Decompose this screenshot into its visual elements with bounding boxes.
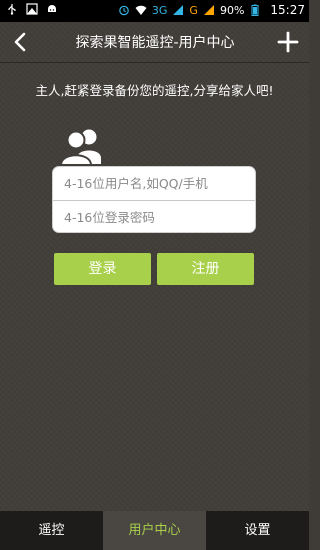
battery-percent: 90% — [219, 3, 245, 17]
carrier-letter: G — [189, 3, 198, 17]
signal-icon-2 — [203, 5, 214, 15]
status-bar: 3G G 90% 15:27 — [0, 0, 309, 22]
title-bar: 探索果智能遥控-用户中心 — [0, 22, 309, 62]
usb-icon — [8, 4, 16, 15]
network-type: 3G — [151, 3, 168, 17]
page-title: 探索果智能遥控-用户中心 — [75, 35, 235, 51]
login-prompt: 主人,赶紧登录备份您的遥控,分享给家人吧! — [35, 83, 274, 98]
bottom-tab-bar: 遥控 用户中心 设置 — [0, 511, 309, 550]
battery-icon — [251, 4, 259, 16]
login-form — [52, 166, 256, 233]
clock: 15:27 — [270, 3, 305, 17]
wifi-icon — [135, 5, 147, 15]
tab-user-center[interactable]: 用户中心 — [103, 511, 206, 550]
back-arrow-icon[interactable] — [10, 30, 32, 54]
users-icon — [60, 129, 101, 166]
tab-remote[interactable]: 遥控 — [0, 511, 103, 550]
alarm-icon — [119, 5, 129, 16]
signal-icon — [173, 5, 184, 15]
image-notification-icon — [26, 3, 38, 15]
title-divider — [0, 62, 309, 63]
register-button[interactable]: 注册 — [157, 253, 254, 285]
tab-settings[interactable]: 设置 — [206, 511, 309, 550]
add-icon[interactable] — [277, 31, 299, 53]
login-button[interactable]: 登录 — [54, 253, 151, 285]
password-input[interactable] — [53, 201, 255, 232]
username-input[interactable] — [53, 167, 255, 200]
android-icon — [48, 5, 56, 12]
